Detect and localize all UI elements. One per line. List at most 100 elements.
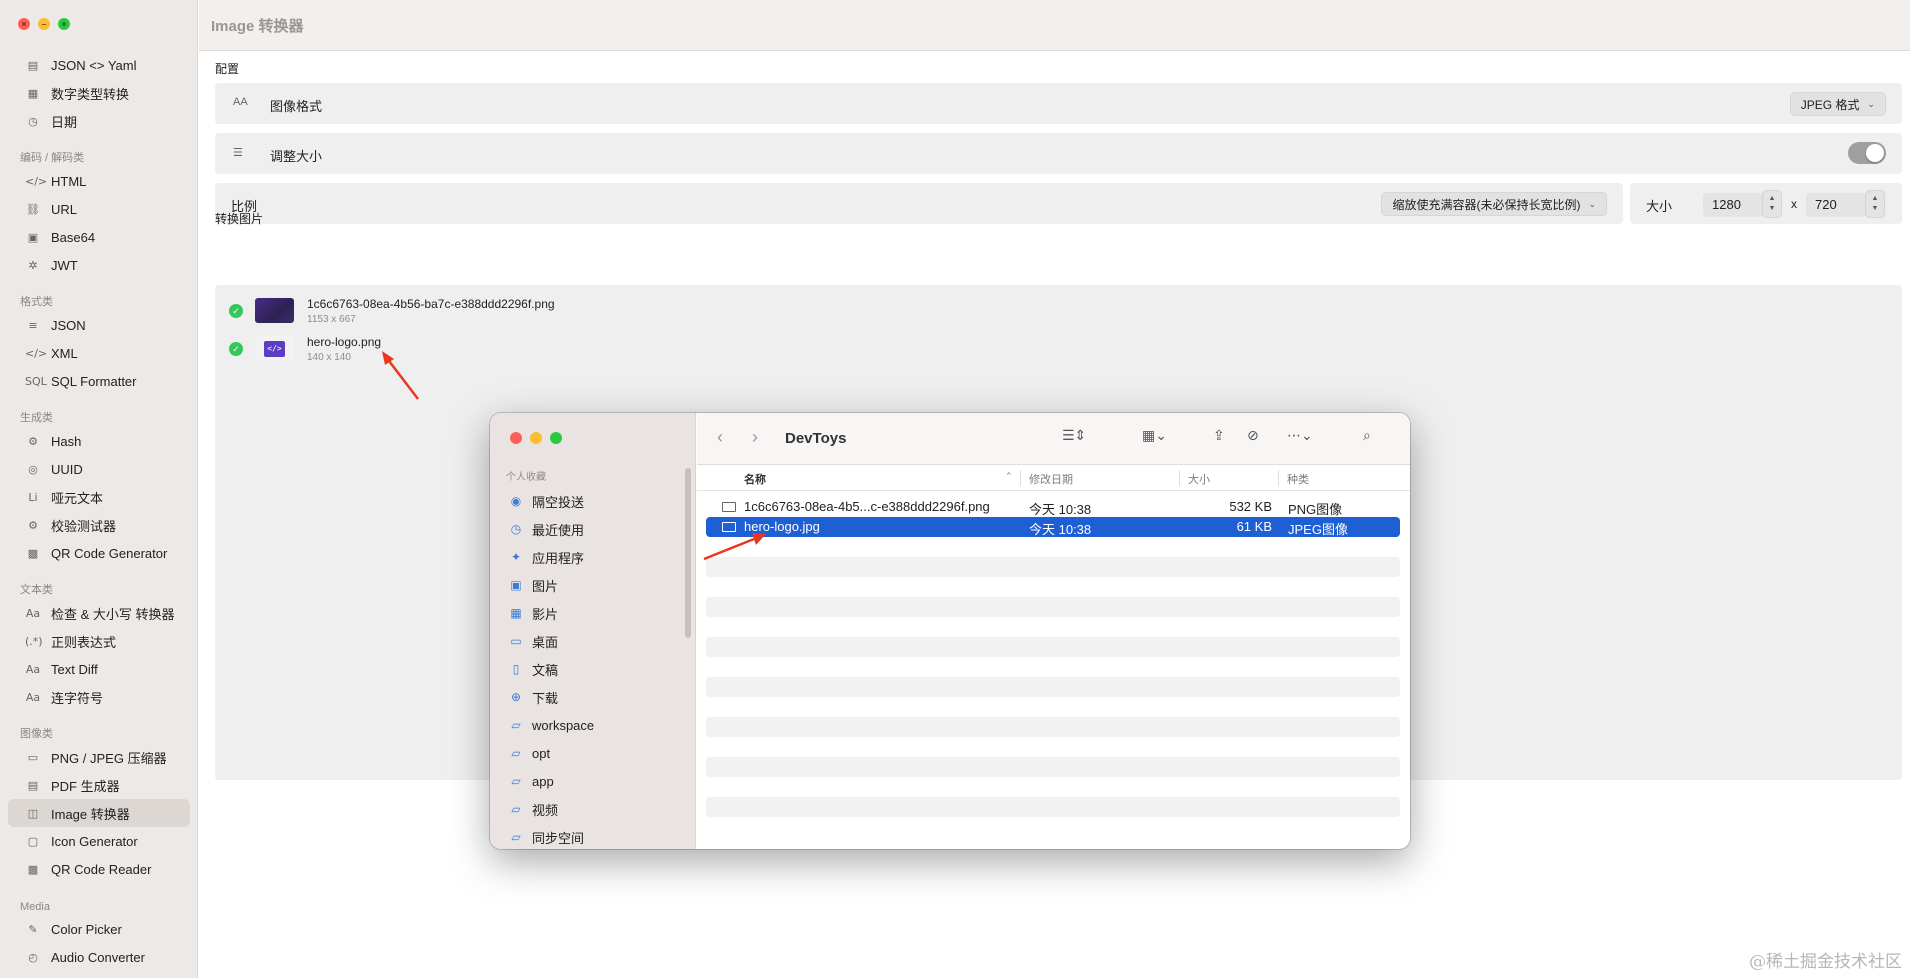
zoom-button[interactable]: + <box>58 18 70 30</box>
sidebar-item[interactable]: ▦ 数字类型转换 <box>8 79 190 107</box>
sidebar-item[interactable]: (.*) 正则表达式 <box>8 627 190 655</box>
forward-icon[interactable]: › <box>752 427 758 448</box>
column-modified[interactable]: 修改日期 <box>1029 471 1073 487</box>
text-diff-icon: Aa <box>25 662 41 676</box>
image-format-select[interactable]: JPEG 格式 ⌄ <box>1789 92 1886 116</box>
column-name[interactable]: 名称 <box>744 471 766 487</box>
width-input[interactable]: 1280 <box>1703 193 1763 217</box>
sidebar-item-label: 视频 <box>532 802 559 818</box>
minimize-button[interactable]: – <box>38 18 50 30</box>
width-stepper[interactable]: ▲ ▼ <box>1762 190 1782 218</box>
empty-row <box>706 797 1400 817</box>
image-icon: ▭ <box>27 750 39 764</box>
finder-sidebar-item[interactable]: ▱ app <box>508 767 688 795</box>
sidebar-item-label: 隔空投送 <box>532 494 585 510</box>
chevron-down-icon: ⌄ <box>1867 98 1875 109</box>
sidebar-item-label: 应用程序 <box>532 550 585 566</box>
ratio-select[interactable]: 缩放使充满容器(未必保持长宽比例) ⌄ <box>1381 192 1607 216</box>
sidebar-item[interactable]: Aa 检查 & 大小写 转换器 <box>8 599 190 627</box>
finder-sidebar-item[interactable]: ▭ 桌面 <box>508 627 688 655</box>
finder-sidebar-item[interactable]: ⊕ 下载 <box>508 683 688 711</box>
empty-row <box>706 677 1400 697</box>
sidebar-item-label: PNG / JPEG 压缩器 <box>51 750 167 766</box>
finder-sidebar-item[interactable]: ▱ opt <box>508 739 688 767</box>
sidebar-item-label: JSON <> Yaml <box>51 57 137 73</box>
image-dimensions: 1153 x 667 <box>307 314 356 325</box>
finder-sidebar-scrollbar[interactable] <box>685 468 691 638</box>
recents-icon: ◷ <box>510 522 522 536</box>
sidebar-item-label: SQL Formatter <box>51 373 137 389</box>
more-icon[interactable]: ⋯⌄ <box>1287 428 1313 444</box>
finder-sidebar-item[interactable]: ▱ 同步空间 <box>508 823 688 849</box>
sidebar-item[interactable]: ◎ UUID <box>8 455 190 483</box>
back-icon[interactable]: ‹ <box>717 427 723 448</box>
toggle-knob <box>1866 144 1884 162</box>
sidebar-item[interactable]: ◫ Image 转换器 <box>8 799 190 827</box>
finder-sidebar-item[interactable]: ▦ 影片 <box>508 599 688 627</box>
sidebar-item[interactable]: ▤ PDF 生成器 <box>8 771 190 799</box>
sidebar-item-label: Text Diff <box>51 661 98 677</box>
sidebar-item[interactable]: ◴ Audio Converter <box>8 943 190 971</box>
image-thumbnail <box>255 298 294 323</box>
finder-sidebar-item[interactable]: ▣ 图片 <box>508 571 688 599</box>
file-modified: 今天 10:38 <box>1029 522 1092 537</box>
finder-sidebar-item[interactable]: ◷ 最近使用 <box>508 515 688 543</box>
list-view-icon[interactable]: ☰⇕ <box>1062 428 1086 444</box>
grid-view-icon[interactable]: ▦⌄ <box>1142 428 1167 444</box>
sidebar-item[interactable]: ✎ Color Picker <box>8 915 190 943</box>
close-button[interactable]: × <box>18 18 30 30</box>
finder-sidebar-item[interactable]: ✦ 应用程序 <box>508 543 688 571</box>
sidebar-item[interactable]: ◷ 日期 <box>8 107 190 135</box>
finder-column-header: 名称 ⌃ 修改日期 大小 种类 <box>697 465 1410 491</box>
chevron-down-icon: ⌄ <box>1588 198 1596 209</box>
file-row[interactable]: hero-logo.jpg 今天 10:38 61 KB JPEG图像 <box>706 517 1400 537</box>
file-row[interactable]: 1c6c6763-08ea-4b5...c-e388ddd2296f.png 今天… <box>706 497 1400 517</box>
finder-sidebar-item[interactable]: ▱ workspace <box>508 711 688 739</box>
empty-row <box>706 577 1400 597</box>
tag-icon[interactable]: ⊘ <box>1247 428 1259 444</box>
sidebar-item-label: URL <box>51 201 78 217</box>
sidebar-item[interactable]: Aa 连字符号 <box>8 683 190 711</box>
share-icon[interactable]: ⇪ <box>1213 428 1225 444</box>
height-stepper[interactable]: ▲ ▼ <box>1865 190 1885 218</box>
folder-icon: ▱ <box>511 746 521 760</box>
column-size[interactable]: 大小 <box>1188 471 1210 487</box>
search-icon[interactable]: ⌕ <box>1363 428 1371 444</box>
sidebar-item[interactable]: ▤ JSON <> Yaml <box>8 51 190 79</box>
height-input[interactable]: 720 <box>1806 193 1866 217</box>
finder-minimize-button[interactable] <box>530 432 542 444</box>
sidebar-item-label: 校验测试器 <box>51 518 117 534</box>
image-format-label: 图像格式 <box>270 99 323 114</box>
sidebar-item[interactable]: ≡ JSON <box>8 311 190 339</box>
sidebar-item[interactable]: ⚙ 校验测试器 <box>8 511 190 539</box>
sidebar-item[interactable]: ✲ JWT <box>8 251 190 279</box>
finder-file-list: 1c6c6763-08ea-4b5...c-e388ddd2296f.png 今天… <box>706 497 1400 837</box>
sidebar-item-label: Image 转换器 <box>51 806 130 822</box>
finder-sidebar-item[interactable]: ◉ 隔空投送 <box>508 487 688 515</box>
sidebar-item[interactable]: SQL SQL Formatter <box>8 367 190 395</box>
sidebar-item[interactable]: ▭ PNG / JPEG 压缩器 <box>8 743 190 771</box>
image-name: hero-logo.png <box>307 335 382 349</box>
sidebar-item[interactable]: ⚙ Hash <box>8 427 190 455</box>
gear-icon: ⚙ <box>28 518 38 532</box>
image-item[interactable]: ✓ </> hero-logo.png 140 x 140 <box>215 329 1902 369</box>
sidebar-item[interactable]: </> HTML <box>8 167 190 195</box>
finder-sidebar-item[interactable]: ▱ 视频 <box>508 795 688 823</box>
sidebar-item[interactable]: ⛓ URL <box>8 195 190 223</box>
image-item[interactable]: ✓ 1c6c6763-08ea-4b56-ba7c-e388ddd2296f.p… <box>215 291 1902 331</box>
finder-sidebar-item[interactable]: ▯ 文稿 <box>508 655 688 683</box>
sidebar-item[interactable]: Aa Text Diff <box>8 655 190 683</box>
finder-close-button[interactable] <box>510 432 522 444</box>
sidebar-item[interactable]: ▩ QR Code Generator <box>8 539 190 567</box>
finder-zoom-button[interactable] <box>550 432 562 444</box>
image-thumbnail: </> <box>255 336 294 361</box>
sidebar-item[interactable]: ▣ Base64 <box>8 223 190 251</box>
resize-toggle[interactable] <box>1848 142 1886 164</box>
sidebar-item-label: 哑元文本 <box>51 490 104 506</box>
column-kind[interactable]: 种类 <box>1287 471 1309 487</box>
finder-sidebar-list: ◉ 隔空投送 ◷ 最近使用 ✦ 应用程序 ▣ 图片 ▦ 影片 ▭ 桌面 ▯ 文稿 ⊕ 下载 ▱ workspace… <box>508 487 688 849</box>
sidebar-item[interactable]: ▢ Icon Generator <box>8 827 190 855</box>
sidebar-item[interactable]: </> XML <box>8 339 190 367</box>
sidebar-item[interactable]: Li 哑元文本 <box>8 483 190 511</box>
sidebar-item[interactable]: ▩ QR Code Reader <box>8 855 190 883</box>
